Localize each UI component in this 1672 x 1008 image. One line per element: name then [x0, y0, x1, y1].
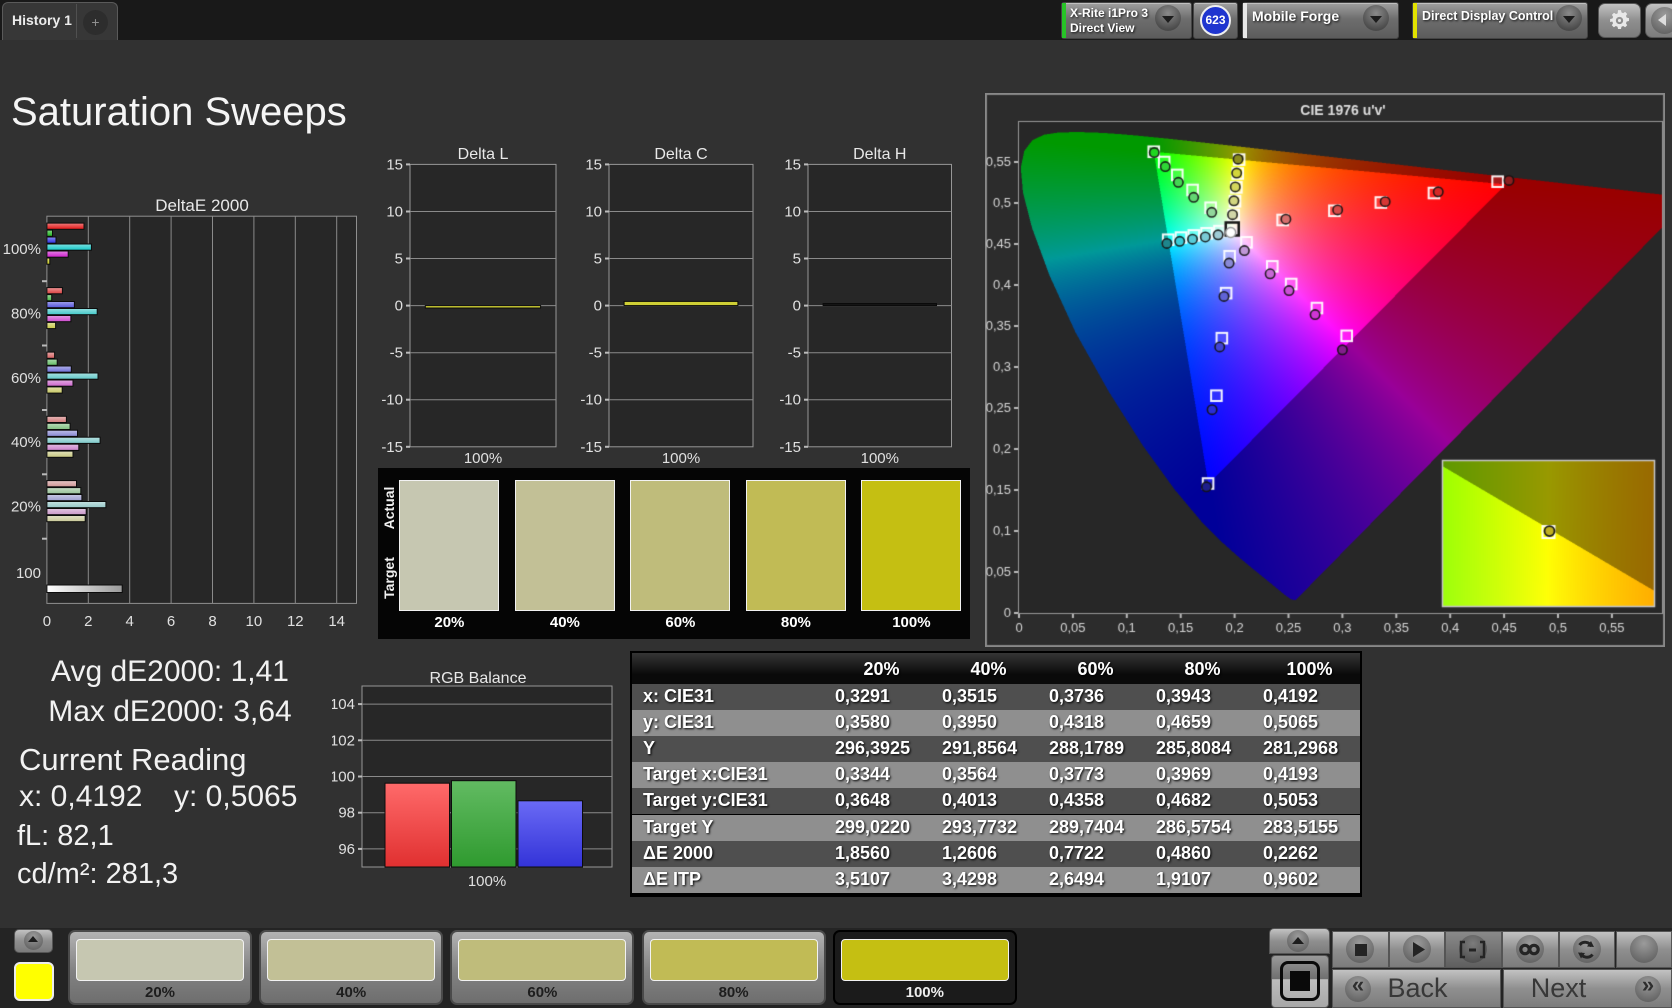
svg-text:10: 10 [246, 613, 263, 630]
svg-text:-5: -5 [589, 345, 602, 362]
svg-text:10: 10 [386, 204, 403, 221]
svg-text:98: 98 [338, 805, 355, 822]
svg-text:20%: 20% [11, 499, 41, 516]
svg-text:DeltaE 2000: DeltaE 2000 [155, 196, 249, 215]
svg-text:RGB Balance: RGB Balance [430, 670, 527, 687]
svg-text:-15: -15 [580, 439, 602, 456]
svg-text:0: 0 [594, 298, 602, 315]
svg-text:15: 15 [784, 156, 801, 173]
svg-text:Delta L: Delta L [458, 146, 509, 163]
svg-text:15: 15 [386, 156, 403, 173]
svg-text:5: 5 [793, 251, 801, 268]
svg-text:0: 0 [793, 298, 801, 315]
svg-text:12: 12 [287, 613, 304, 630]
svg-text:100%: 100% [464, 450, 502, 467]
svg-text:40%: 40% [11, 434, 41, 451]
svg-text:-10: -10 [580, 392, 602, 409]
svg-text:4: 4 [126, 613, 134, 630]
svg-text:100: 100 [16, 565, 41, 582]
svg-text:-5: -5 [788, 345, 801, 362]
svg-text:14: 14 [328, 613, 345, 630]
svg-text:-5: -5 [390, 345, 403, 362]
svg-text:2: 2 [84, 613, 92, 630]
svg-text:100%: 100% [468, 873, 506, 890]
svg-text:96: 96 [338, 841, 355, 858]
svg-text:Delta C: Delta C [654, 146, 707, 163]
svg-text:102: 102 [332, 732, 355, 749]
svg-text:10: 10 [784, 204, 801, 221]
svg-text:100%: 100% [3, 241, 41, 258]
svg-text:-10: -10 [381, 392, 403, 409]
svg-text:-15: -15 [779, 439, 801, 456]
svg-text:100%: 100% [861, 450, 899, 467]
svg-text:100%: 100% [662, 450, 700, 467]
svg-text:-10: -10 [779, 392, 801, 409]
svg-text:15: 15 [585, 156, 602, 173]
svg-text:8: 8 [208, 613, 216, 630]
svg-text:80%: 80% [11, 306, 41, 323]
svg-text:0: 0 [395, 298, 403, 315]
svg-text:10: 10 [585, 204, 602, 221]
svg-text:Actual: Actual [381, 487, 397, 530]
svg-text:Target: Target [381, 557, 397, 599]
svg-text:6: 6 [167, 613, 175, 630]
svg-text:60%: 60% [11, 370, 41, 387]
svg-text:100: 100 [332, 769, 355, 786]
svg-text:-15: -15 [381, 439, 403, 456]
svg-text:0: 0 [43, 613, 51, 630]
svg-text:5: 5 [594, 251, 602, 268]
svg-text:Delta H: Delta H [853, 146, 906, 163]
svg-text:5: 5 [395, 251, 403, 268]
